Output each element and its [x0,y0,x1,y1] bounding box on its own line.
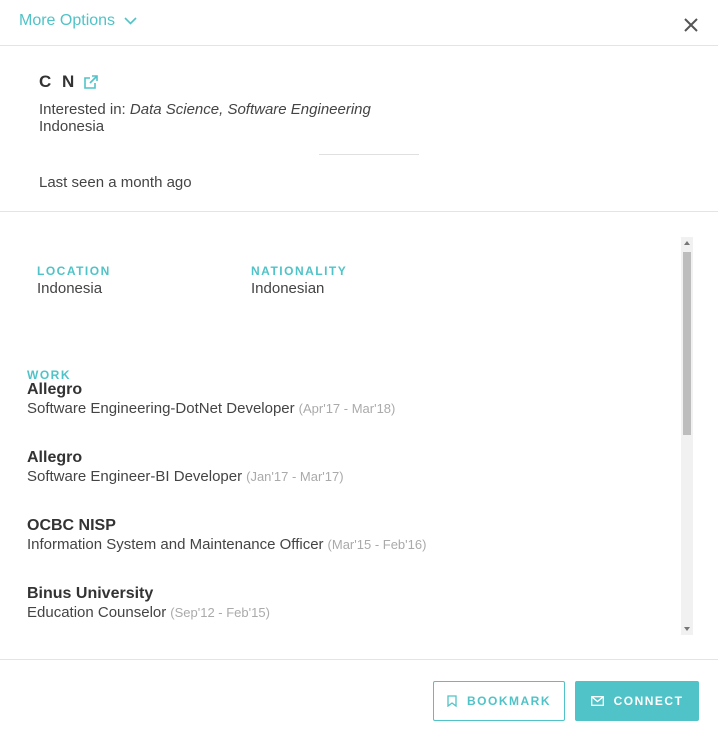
work-item: OCBC NISP Information System and Mainten… [27,517,426,553]
profile-name: C N [39,72,78,91]
last-seen: Last seen a month ago [39,174,192,191]
company-name: OCBC NISP [27,517,116,534]
company-name: Binus University [27,585,154,602]
bookmark-label: BOOKMARK [467,694,551,708]
job-role: Software Engineering-DotNet Developer (Ap… [27,400,395,417]
job-dates: (Apr'17 - Mar'18) [298,401,396,416]
location-value: Indonesia [37,280,103,297]
details-panel: LOCATION Indonesia NATIONALITY Indonesia… [0,212,718,660]
bookmark-icon [447,695,457,707]
role-title: Education Counselor [27,604,167,621]
mail-icon [590,696,604,706]
job-role: Information System and Maintenance Offic… [27,536,426,553]
work-item: Allegro Software Engineering-DotNet Deve… [27,381,395,417]
more-options-toggle[interactable]: More Options [19,12,137,30]
company-name: Allegro [27,381,83,398]
modal-header: More Options [0,0,718,46]
job-dates: (Mar'15 - Feb'16) [327,537,427,552]
job-role: Software Engineer-BI Developer (Jan'17 - … [27,468,344,485]
work-item: Allegro Software Engineer-BI Developer (J… [27,449,344,485]
interests-line: Interested in: Data Science, Software En… [39,101,371,118]
profile-country: Indonesia [39,118,105,135]
scroll-up-arrow-icon[interactable] [684,241,690,245]
scrollbar[interactable] [681,237,693,635]
nationality-block: NATIONALITY Indonesian [251,264,347,297]
nationality-value: Indonesian [251,280,325,297]
location-block: LOCATION Indonesia [37,264,111,297]
location-label: LOCATION [37,264,111,278]
name-row: C N [39,72,99,92]
interest-topics: Data Science, Software Engineering [129,101,371,118]
role-title: Software Engineering-DotNet Developer [27,400,295,417]
job-dates: (Sep'12 - Feb'15) [170,605,270,620]
close-icon[interactable] [682,16,700,34]
external-link-icon[interactable] [83,74,99,90]
scroll-down-arrow-icon[interactable] [684,627,690,631]
modal-footer: BOOKMARK CONNECT [0,661,718,740]
nationality-label: NATIONALITY [251,264,348,278]
job-role: Education Counselor (Sep'12 - Feb'15) [27,604,270,621]
interested-prefix: Interested in: [39,101,126,118]
work-label: WORK [27,368,71,382]
job-dates: (Jan'17 - Mar'17) [246,469,344,484]
work-item: Binus University Education Counselor (Sep… [27,585,270,621]
chevron-down-icon [124,17,137,25]
bookmark-button[interactable]: BOOKMARK [433,681,565,721]
company-name: Allegro [27,449,83,466]
connect-button[interactable]: CONNECT [575,681,699,721]
scroll-thumb[interactable] [683,252,691,435]
role-title: Software Engineer-BI Developer [27,468,243,485]
divider [319,154,419,155]
role-title: Information System and Maintenance Offic… [27,536,324,553]
more-options-label: More Options [19,12,116,29]
profile-summary: C N Interested in: Data Science, Softwar… [0,46,718,212]
connect-label: CONNECT [613,694,684,708]
